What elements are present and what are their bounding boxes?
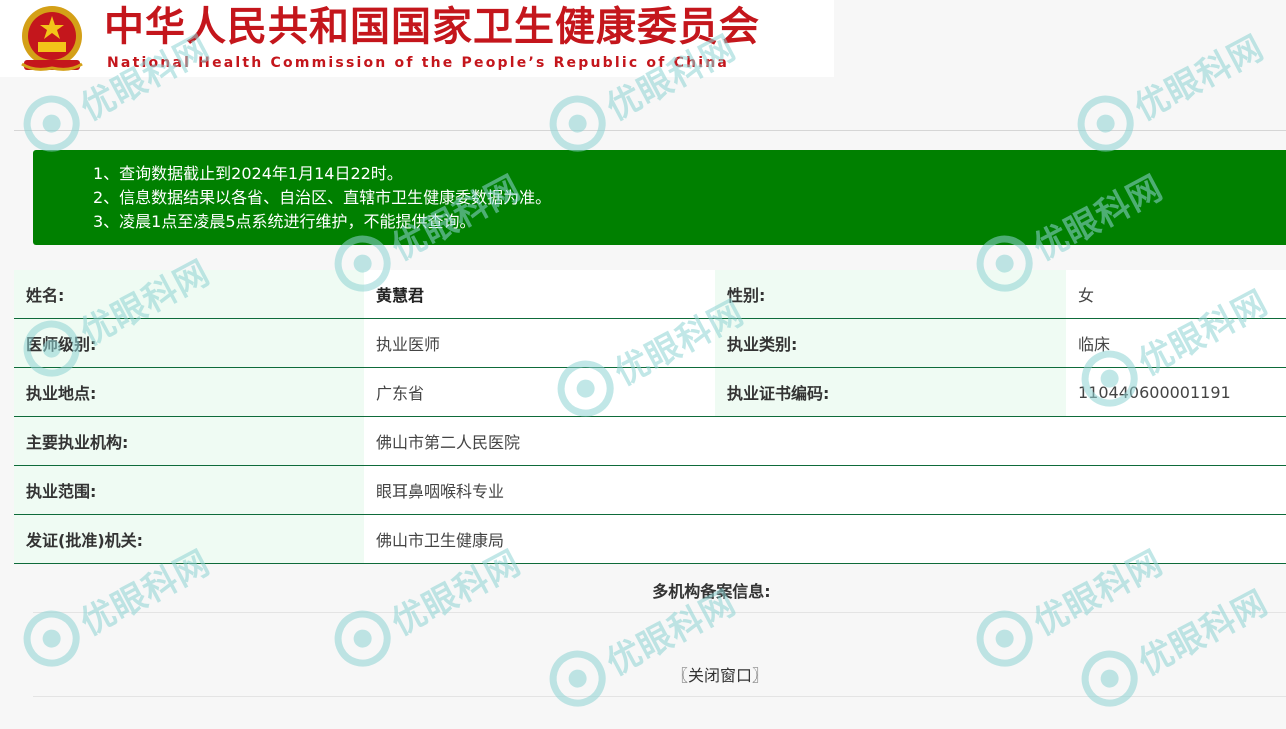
level-label: 医师级别: <box>14 318 364 368</box>
physician-info-table: 姓名: 黄慧君 性别: 女 医师级别: 执业医师 执业类别: 临床 执业地点: … <box>14 270 1286 564</box>
table-row: 医师级别: 执业医师 执业类别: 临床 <box>14 318 1286 368</box>
site-subtitle: National Health Commission of the People… <box>107 55 730 71</box>
table-row: 主要执业机构: 佛山市第二人民医院 <box>14 416 1286 466</box>
table-row: 姓名: 黄慧君 性别: 女 <box>14 270 1286 319</box>
name-label: 姓名: <box>14 270 364 319</box>
name-value: 黄慧君 <box>364 270 715 319</box>
location-label: 执业地点: <box>14 367 364 417</box>
multi-org-title: 多机构备案信息: <box>652 582 771 601</box>
watermark: 优眼科网 <box>1058 0 1277 173</box>
category-label: 执业类别: <box>715 318 1066 368</box>
org-value: 佛山市第二人民医院 <box>364 416 1286 466</box>
close-window-link[interactable]: 〖关闭窗口〗 <box>672 662 768 686</box>
divider <box>33 612 1286 613</box>
level-value: 执业医师 <box>364 318 715 368</box>
cert-number-label: 执业证书编码: <box>715 367 1066 417</box>
notice-line: 2、信息数据结果以各省、自治区、直辖市卫生健康委数据为准。 <box>93 188 552 207</box>
divider <box>33 696 1286 697</box>
scope-label: 执业范围: <box>14 465 364 515</box>
org-label: 主要执业机构: <box>14 416 364 466</box>
cert-number-value: 110440600001191 <box>1066 367 1286 417</box>
gender-label: 性别: <box>715 270 1066 319</box>
location-value: 广东省 <box>364 367 715 417</box>
table-row: 发证(批准)机关: 佛山市卫生健康局 <box>14 514 1286 564</box>
issuer-value: 佛山市卫生健康局 <box>364 514 1286 564</box>
watermark-text: 优眼科网 <box>1128 27 1271 129</box>
national-emblem-icon <box>21 6 83 71</box>
table-row: 执业地点: 广东省 执业证书编码: 110440600001191 <box>14 367 1286 417</box>
notice-banner: 1、查询数据截止到2024年1月14日22时。 2、信息数据结果以各省、自治区、… <box>33 150 1286 245</box>
gender-value: 女 <box>1066 270 1286 319</box>
notice-line: 3、凌晨1点至凌晨5点系统进行维护，不能提供查询。 <box>93 212 476 231</box>
site-header: 中华人民共和国国家卫生健康委员会 National Health Commiss… <box>0 0 834 77</box>
divider <box>14 130 1286 131</box>
scope-value: 眼耳鼻咽喉科专业 <box>364 465 1286 515</box>
eye-logo-icon <box>539 640 616 717</box>
site-title: 中华人民共和国国家卫生健康委员会 <box>104 3 760 50</box>
table-row: 执业范围: 眼耳鼻咽喉科专业 <box>14 465 1286 515</box>
category-value: 临床 <box>1066 318 1286 368</box>
eye-logo-icon <box>1071 640 1148 717</box>
issuer-label: 发证(批准)机关: <box>14 514 364 564</box>
notice-line: 1、查询数据截止到2024年1月14日22时。 <box>93 164 403 183</box>
